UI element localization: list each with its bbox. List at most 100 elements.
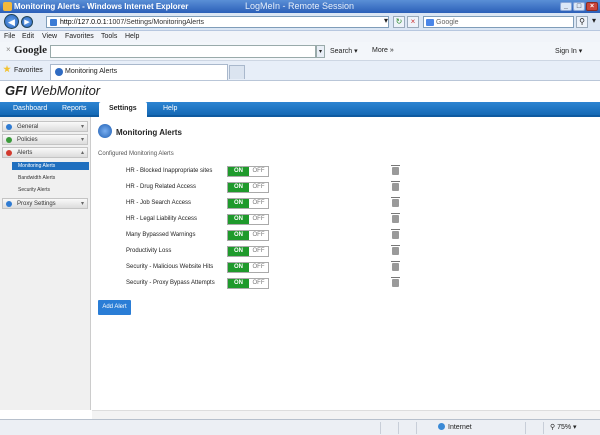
toggle-off[interactable]: OFF: [249, 167, 268, 176]
alert-row: Many Bypassed Warnings ON OFF: [0, 229, 600, 242]
general-icon: [6, 124, 12, 130]
menu-help[interactable]: Help: [125, 31, 139, 42]
toggle-off[interactable]: OFF: [249, 199, 268, 208]
search-placeholder: Google: [436, 19, 459, 26]
google-toolbar: × Google ▾ Search ▾ More » Sign In ▾: [0, 42, 600, 61]
alert-name: Security - Malicious Website Hits: [126, 264, 214, 270]
toggle-on[interactable]: ON: [228, 247, 249, 256]
alert-toggle[interactable]: ON OFF: [227, 278, 269, 289]
navigation-bar: ◀ ▶ http://127.0.0.1:1007/Settings/Monit…: [0, 13, 600, 31]
toggle-on[interactable]: ON: [228, 231, 249, 240]
sidebar-item-general[interactable]: General ▾: [2, 121, 88, 132]
favorites-button[interactable]: Favorites: [3, 65, 43, 74]
remote-session-label: LogMeIn - Remote Session: [245, 1, 355, 11]
alert-name: Productivity Loss: [126, 248, 172, 254]
add-alert-button[interactable]: Add Alert: [98, 300, 131, 315]
stop-icon[interactable]: ×: [407, 16, 419, 28]
toggle-on[interactable]: ON: [228, 263, 249, 272]
alert-toggle[interactable]: ON OFF: [227, 166, 269, 177]
alert-name: Many Bypassed Warnings: [126, 232, 196, 238]
toggle-on[interactable]: ON: [228, 215, 249, 224]
toggle-off[interactable]: OFF: [249, 263, 268, 272]
toggle-off[interactable]: OFF: [249, 183, 268, 192]
alert-toggle[interactable]: ON OFF: [227, 182, 269, 193]
maximize-button[interactable]: □: [573, 2, 585, 11]
alert-toggle[interactable]: ON OFF: [227, 198, 269, 209]
minimize-button[interactable]: _: [560, 2, 572, 11]
monitoring-alerts-icon: [98, 124, 112, 138]
page-title: Monitoring Alerts: [116, 128, 182, 137]
toggle-on[interactable]: ON: [228, 183, 249, 192]
toggle-off[interactable]: OFF: [249, 215, 268, 224]
alert-row: Security - Proxy Bypass Attempts ON OFF: [0, 277, 600, 290]
horizontal-scrollbar[interactable]: [92, 410, 600, 419]
zone-label: Internet: [448, 424, 472, 431]
trash-icon[interactable]: [391, 245, 400, 255]
close-toolbar-icon[interactable]: ×: [6, 45, 11, 54]
menu-tools[interactable]: Tools: [101, 31, 117, 42]
google-signin-button[interactable]: Sign In ▾: [555, 47, 582, 55]
sidebar-item-policies[interactable]: Policies ▾: [2, 134, 88, 145]
search-dropdown-icon[interactable]: ▾: [588, 16, 600, 28]
back-button[interactable]: ◀: [4, 14, 19, 29]
trash-icon[interactable]: [391, 277, 400, 287]
tab-settings[interactable]: Settings: [99, 102, 147, 117]
logo-product: WebMonitor: [30, 83, 101, 98]
tab-dashboard[interactable]: Dashboard: [13, 105, 47, 112]
trash-icon[interactable]: [391, 261, 400, 271]
search-icon[interactable]: ⚲: [576, 16, 588, 28]
browser-tab[interactable]: Monitoring Alerts: [50, 64, 228, 80]
favorites-bar: Favorites Monitoring Alerts: [0, 61, 600, 81]
window-titlebar: Monitoring Alerts - Windows Internet Exp…: [0, 0, 600, 13]
trash-icon[interactable]: [391, 213, 400, 223]
page-icon: [50, 19, 57, 26]
trash-icon[interactable]: [391, 165, 400, 175]
google-more-button[interactable]: More »: [372, 47, 394, 54]
menu-view[interactable]: View: [42, 31, 57, 42]
menu-favorites[interactable]: Favorites: [65, 31, 94, 42]
toggle-off[interactable]: OFF: [249, 231, 268, 240]
sidebar-policies-label: Policies: [17, 137, 38, 143]
trash-icon[interactable]: [391, 229, 400, 239]
menu-file[interactable]: File: [4, 31, 15, 42]
toggle-on[interactable]: ON: [228, 167, 249, 176]
alert-toggle[interactable]: ON OFF: [227, 214, 269, 225]
alert-toggle[interactable]: ON OFF: [227, 246, 269, 257]
alert-toggle[interactable]: ON OFF: [227, 230, 269, 241]
address-bar[interactable]: http://127.0.0.1:1007/Settings/Monitorin…: [46, 16, 389, 28]
new-tab-button[interactable]: [229, 65, 245, 79]
close-button[interactable]: ×: [586, 2, 598, 11]
favorites-label: Favorites: [14, 67, 43, 74]
status-divider: [416, 422, 417, 434]
search-input[interactable]: Google: [423, 16, 574, 28]
google-search-button[interactable]: Search ▾: [330, 47, 358, 55]
toggle-off[interactable]: OFF: [249, 279, 268, 288]
trash-icon[interactable]: [391, 197, 400, 207]
google-more-label: More: [372, 47, 388, 54]
google-input-dropdown-icon[interactable]: ▾: [316, 45, 325, 58]
app-header: GFI WebMonitor: [0, 81, 600, 101]
ie-app-icon: [3, 2, 12, 11]
tab-help[interactable]: Help: [163, 105, 177, 112]
sidebar-item-alerts[interactable]: Alerts ▴: [2, 147, 88, 158]
toggle-off[interactable]: OFF: [249, 247, 268, 256]
forward-button[interactable]: ▶: [21, 16, 33, 28]
go-icon[interactable]: ↻: [393, 16, 405, 28]
zoom-level[interactable]: ⚲ 75% ▾: [550, 423, 577, 431]
alert-row: Security - Malicious Website Hits ON OFF: [0, 261, 600, 274]
alert-name: HR - Blocked Inappropriate sites: [126, 168, 213, 174]
policies-icon: [6, 137, 12, 143]
security-zone[interactable]: Internet: [438, 423, 472, 431]
menu-edit[interactable]: Edit: [22, 31, 34, 42]
zoom-value: 75%: [557, 424, 572, 431]
address-dropdown-icon[interactable]: ▾: [380, 16, 392, 28]
alert-toggle[interactable]: ON OFF: [227, 262, 269, 273]
alert-name: HR - Job Search Access: [126, 200, 192, 206]
toggle-on[interactable]: ON: [228, 279, 249, 288]
toggle-on[interactable]: ON: [228, 199, 249, 208]
google-search-icon: [426, 19, 434, 26]
google-toolbar-input[interactable]: [50, 45, 316, 58]
tab-reports[interactable]: Reports: [62, 105, 87, 112]
alert-row: HR - Blocked Inappropriate sites ON OFF: [0, 165, 600, 178]
trash-icon[interactable]: [391, 181, 400, 191]
